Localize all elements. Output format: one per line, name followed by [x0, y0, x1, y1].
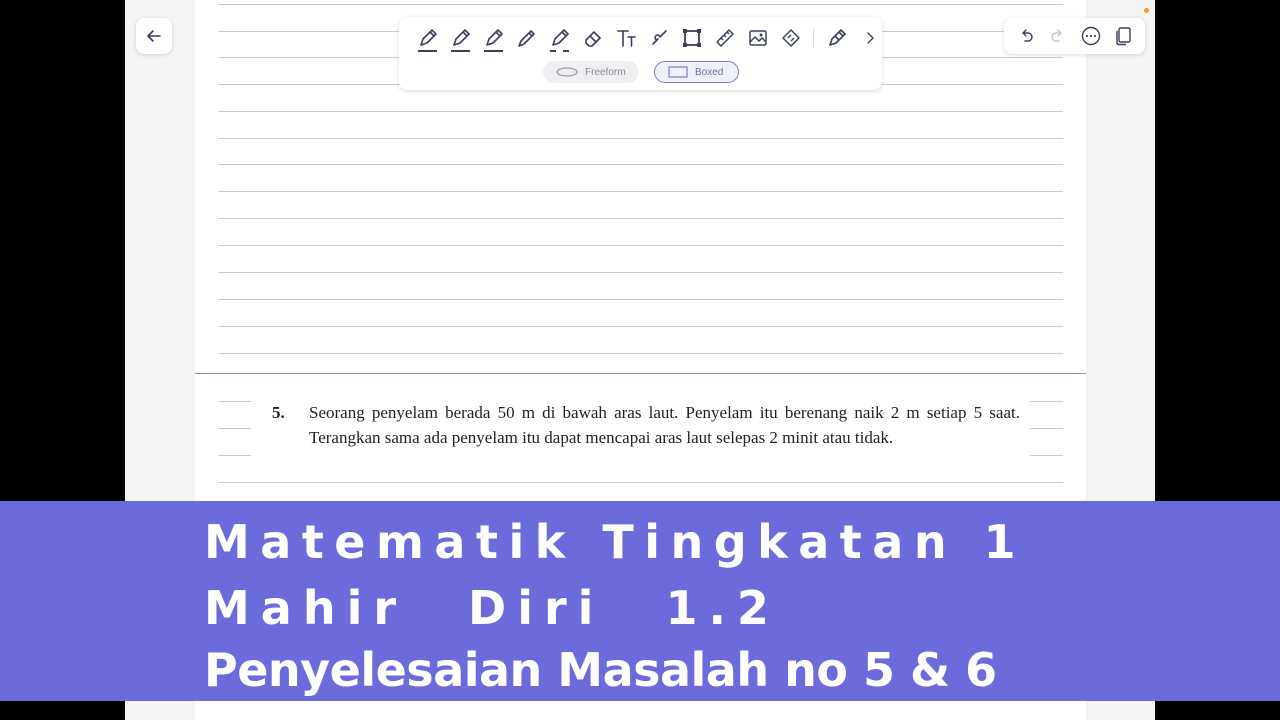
more-horizontal-icon	[1081, 26, 1100, 46]
banner-subtitle: Mahir Diri 1.2	[204, 581, 780, 635]
history-controls	[1004, 18, 1145, 54]
pen-tool-2[interactable]	[444, 24, 477, 52]
ruled-line	[219, 164, 1063, 165]
boxed-icon	[668, 66, 688, 78]
pen-tool-1[interactable]	[411, 24, 444, 52]
ruled-line	[219, 111, 1063, 112]
shape-select-tool[interactable]	[675, 24, 708, 52]
boxed-label: Boxed	[695, 66, 724, 78]
selection-mode-toggle: Freeform Boxed	[543, 61, 739, 83]
image-tool[interactable]	[741, 24, 774, 52]
text-icon	[616, 30, 636, 47]
ruled-line	[219, 401, 251, 402]
image-icon	[748, 30, 767, 46]
highlighter-tool[interactable]	[543, 24, 576, 52]
arrow-left-icon	[147, 30, 161, 42]
pen-icon	[452, 29, 470, 46]
redo-icon	[1051, 29, 1063, 42]
ruled-line	[219, 428, 251, 429]
boxed-mode-button[interactable]: Boxed	[654, 61, 739, 83]
more-options-button[interactable]	[1078, 23, 1104, 49]
laser-pen-tool[interactable]	[820, 24, 853, 52]
sticker-icon	[781, 29, 800, 47]
pen-icon	[419, 29, 437, 46]
ruled-line	[1030, 428, 1063, 429]
undo-icon	[1022, 29, 1033, 42]
pen-tool-3[interactable]	[477, 24, 510, 52]
ruled-line	[219, 482, 1063, 483]
banner-title: Matematik Tingkatan 1	[204, 515, 1027, 569]
ruled-line	[1030, 401, 1063, 402]
pencil-icon	[517, 30, 535, 47]
highlighter-icon	[551, 29, 569, 46]
eraser-icon	[584, 31, 601, 47]
redo-button[interactable]	[1045, 23, 1071, 49]
toolbar-separator	[813, 29, 814, 47]
shape-select-icon	[682, 29, 701, 47]
page-divider	[195, 373, 1086, 374]
chevron-right-icon	[866, 32, 874, 44]
ruler-icon	[715, 29, 734, 47]
ruled-line	[219, 353, 1063, 354]
more-tools-button[interactable]	[853, 24, 886, 52]
ruled-line	[219, 299, 1063, 300]
question-text: Seorang penyelam berada 50 m di bawah ar…	[309, 403, 1020, 447]
ruled-line	[219, 191, 1063, 192]
ruled-line	[1030, 455, 1063, 456]
undo-button[interactable]	[1013, 23, 1039, 49]
ruled-line	[219, 4, 1063, 5]
pencil-tool[interactable]	[510, 24, 543, 52]
question-number: 5.	[272, 403, 285, 422]
pen-icon	[485, 29, 503, 46]
freeform-icon	[556, 67, 578, 77]
ruled-line	[219, 218, 1063, 219]
freeform-mode-button[interactable]: Freeform	[543, 61, 639, 83]
notification-dot	[1144, 8, 1149, 13]
banner-topic: Penyelesaian Masalah no 5 & 6	[204, 643, 997, 697]
freeform-label: Freeform	[585, 66, 626, 78]
laser-pen-icon	[828, 29, 846, 46]
lasso-icon	[651, 30, 667, 45]
pages-icon	[1116, 27, 1131, 46]
pages-button[interactable]	[1110, 23, 1136, 49]
ruler-tool[interactable]	[708, 24, 741, 52]
sticker-tool[interactable]	[774, 24, 807, 52]
title-banner: Matematik Tingkatan 1 Mahir Diri 1.2 Pen…	[0, 501, 1280, 701]
eraser-tool[interactable]	[576, 24, 609, 52]
ruled-line	[219, 272, 1063, 273]
ruled-line	[219, 138, 1063, 139]
text-tool[interactable]	[609, 24, 642, 52]
lasso-tool[interactable]	[642, 24, 675, 52]
drawing-toolbar: Freeform Boxed	[399, 17, 882, 90]
ruled-line	[219, 326, 1063, 327]
ruled-line	[219, 455, 251, 456]
back-button[interactable]	[136, 18, 172, 54]
ruled-line	[219, 245, 1063, 246]
tool-row	[411, 23, 886, 53]
